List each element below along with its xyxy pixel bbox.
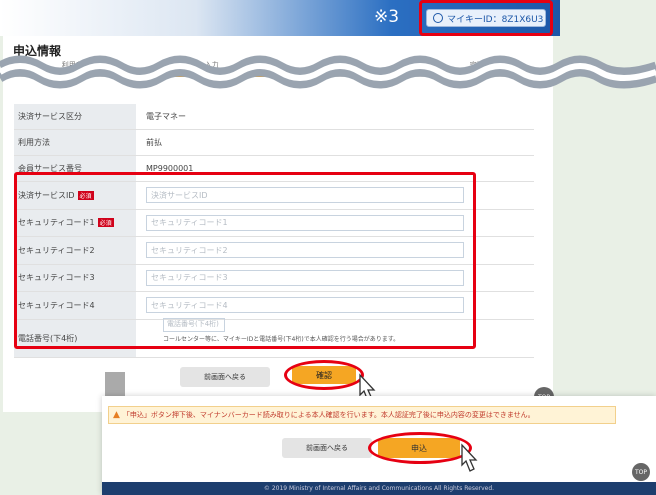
warning-text: 「申込」ボタン押下後、マイナンバーカード読み取りによる本人確認を行います。本人認…	[122, 411, 535, 419]
page-top-button[interactable]: TOP	[632, 463, 650, 481]
warning-message: ▲ 「申込」ボタン押下後、マイナンバーカード読み取りによる本人確認を行います。本…	[108, 406, 616, 424]
row-value: 前払	[146, 138, 162, 147]
mynumber-label: マイキーID：8Z1X6U3	[447, 14, 544, 25]
row-value: 電子マネー	[146, 112, 186, 121]
footer-copyright: © 2019 Ministry of Internal Affairs and …	[102, 482, 656, 495]
mynumber-button[interactable]: マイキーID：8Z1X6U3	[426, 9, 546, 27]
row-label: 決済サービス区分	[14, 104, 136, 129]
cut-wave-divider	[0, 55, 656, 89]
table-row: 決済サービス区分 電子マネー	[14, 104, 534, 130]
back-button[interactable]: 前画面へ戻る	[180, 367, 270, 387]
input-highlight-frame	[14, 172, 476, 349]
row-label: 利用方法	[14, 130, 136, 155]
warning-icon: ▲	[113, 410, 120, 420]
back-button[interactable]: 前画面へ戻る	[282, 438, 372, 458]
table-row: 利用方法 前払	[14, 130, 534, 156]
user-icon	[433, 13, 443, 23]
note-mark: ※3	[374, 7, 400, 27]
apply-panel: ▲ 「申込」ボタン押下後、マイナンバーカード読み取りによる本人確認を行います。本…	[102, 396, 656, 495]
